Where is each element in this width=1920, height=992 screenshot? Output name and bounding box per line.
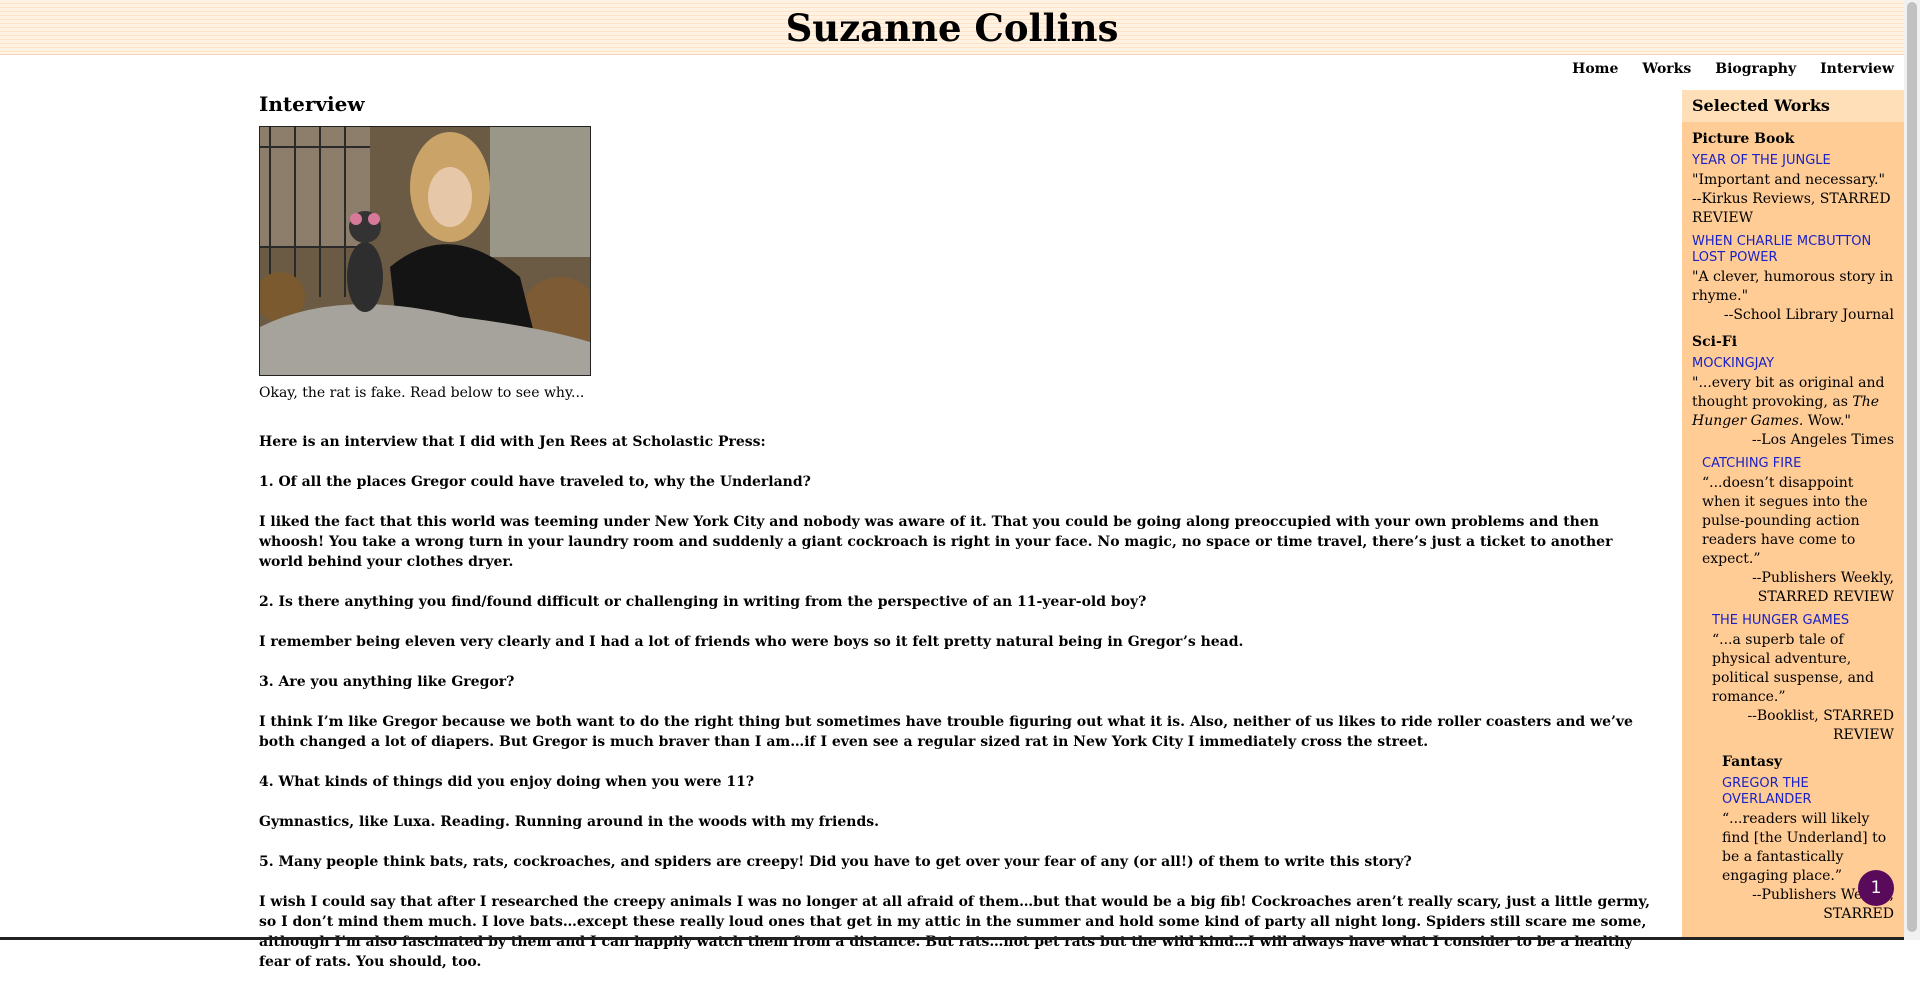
category-picture-book: Picture Book: [1692, 131, 1795, 147]
book-link-hunger-games[interactable]: THE HUNGER GAMES: [1712, 613, 1894, 629]
main-nav: Home Works Biography Interview: [1572, 61, 1894, 77]
answer-4: Gymnastics, like Luxa. Reading. Running …: [259, 814, 879, 830]
photo-caption: Okay, the rat is fake. Read below to see…: [259, 385, 585, 401]
review-source: --School Library Journal: [1723, 307, 1894, 323]
review-quote: “...a superb tale of physical adventure,…: [1712, 632, 1874, 705]
question-1: 1. Of all the places Gregor could have t…: [259, 474, 811, 490]
nav-home[interactable]: Home: [1572, 61, 1618, 77]
scifi-section: Sci-Fi MOCKINGJAY "...every bit as origi…: [1682, 333, 1904, 450]
answer-5: I wish I could say that after I research…: [259, 894, 1651, 970]
nav-interview[interactable]: Interview: [1820, 61, 1894, 77]
review-source: --Booklist, STARRED REVIEW: [1747, 708, 1894, 743]
book-link-year-of-the-jungle[interactable]: YEAR OF THE JUNGLE: [1692, 153, 1894, 169]
picture-book-section: Picture Book YEAR OF THE JUNGLE "Importa…: [1682, 130, 1904, 325]
book-link-catching-fire[interactable]: CATCHING FIRE: [1702, 456, 1894, 472]
review-source: --Los Angeles Times: [1751, 432, 1894, 448]
answer-2: I remember being eleven very clearly and…: [259, 634, 1244, 650]
question-2: 2. Is there anything you find/found diff…: [259, 594, 1147, 610]
main-content: Interview Okay, the rat is fake. Read be…: [259, 92, 1654, 992]
selected-works-sidebar: Selected Works Picture Book YEAR OF THE …: [1682, 90, 1904, 940]
nav-biography[interactable]: Biography: [1715, 61, 1796, 77]
book-link-mockingjay[interactable]: MOCKINGJAY: [1692, 356, 1894, 372]
catching-fire-entry: CATCHING FIRE “...doesn’t disappoint whe…: [1682, 456, 1904, 607]
answer-3: I think I’m like Gregor because we both …: [259, 714, 1633, 750]
site-header: Suzanne Collins: [0, 0, 1904, 55]
answer-1: I liked the fact that this world was tee…: [259, 514, 1613, 570]
sidebar-title: Selected Works: [1682, 90, 1904, 122]
author-photo: [259, 126, 591, 376]
review-quote: “...doesn’t disappoint when it segues in…: [1702, 475, 1868, 567]
hunger-games-entry: THE HUNGER GAMES “...a superb tale of ph…: [1682, 613, 1904, 745]
review-source: --Publishers Weekly, STARRED REVIEW: [1752, 570, 1894, 605]
book-link-charlie-mcbutton[interactable]: WHEN CHARLIE MCBUTTON LOST POWER: [1692, 234, 1894, 266]
interview-intro: Here is an interview that I did with Jen…: [259, 434, 766, 450]
page-title: Interview: [259, 92, 365, 116]
review-quote: "Important and necessary.": [1692, 172, 1885, 188]
review-quote: "A clever, humorous story in rhyme.": [1692, 269, 1894, 304]
page-scrollbar[interactable]: [1904, 0, 1920, 940]
site-title: Suzanne Collins: [785, 6, 1119, 50]
book-link-gregor-overlander[interactable]: GREGOR THE OVERLANDER: [1722, 776, 1894, 808]
interview-text: Here is an interview that I did with Jen…: [259, 432, 1654, 972]
nav-works[interactable]: Works: [1642, 61, 1691, 77]
review-source: --Kirkus Reviews, STARRED REVIEW: [1692, 191, 1891, 226]
category-scifi: Sci-Fi: [1692, 334, 1738, 350]
scrollbar-thumb[interactable]: [1907, 2, 1917, 932]
question-4: 4. What kinds of things did you enjoy do…: [259, 774, 755, 790]
category-fantasy: Fantasy: [1722, 754, 1782, 770]
question-5: 5. Many people think bats, rats, cockroa…: [259, 854, 1412, 870]
question-3: 3. Are you anything like Gregor?: [259, 674, 515, 690]
chat-notification-button[interactable]: 1: [1858, 870, 1894, 906]
review-quote: "...every bit as original and thought pr…: [1692, 375, 1885, 429]
